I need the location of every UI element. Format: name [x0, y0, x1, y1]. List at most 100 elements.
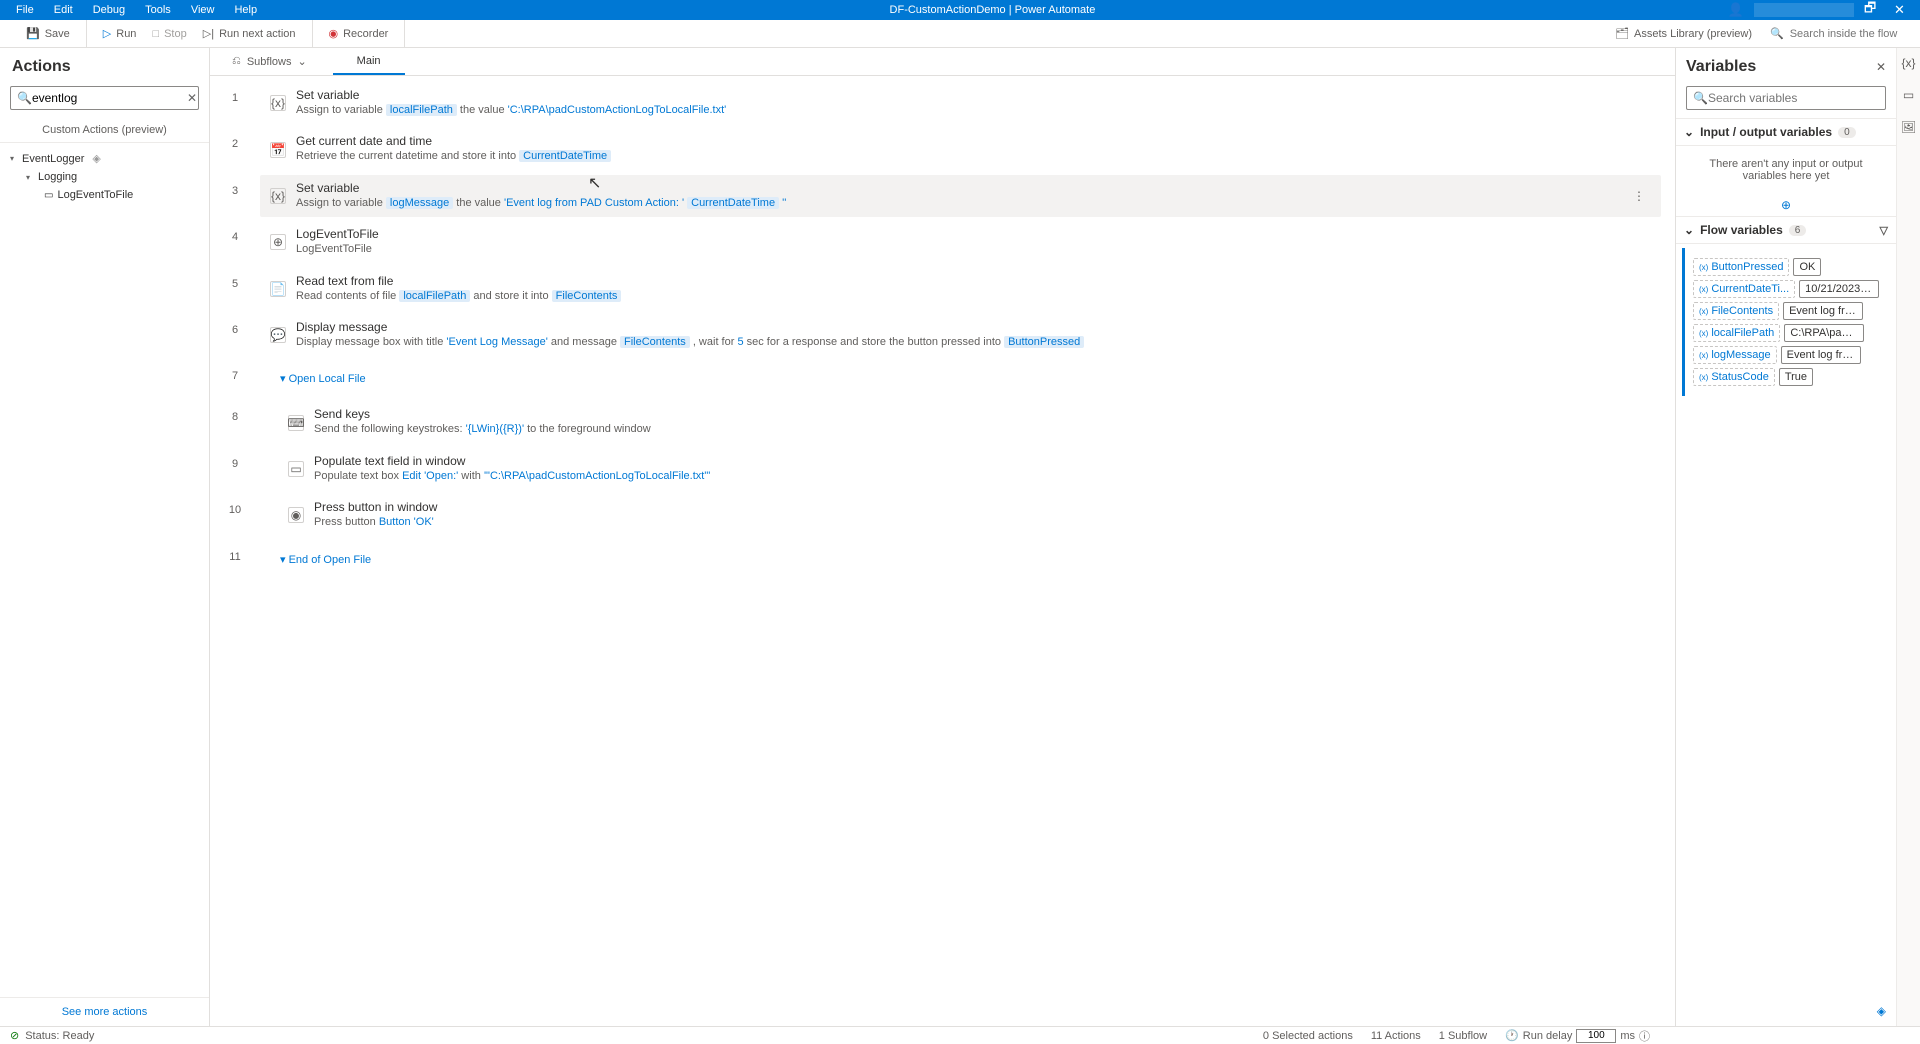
tree-logeventtofile[interactable]: ▭ LogEventToFile: [4, 186, 205, 204]
collapse-link[interactable]: ▾ Open Local File: [270, 366, 376, 391]
variable-icon: (x): [1699, 263, 1708, 272]
collapse-row[interactable]: ▾ Open Local File: [260, 360, 1661, 397]
variable-name[interactable]: (x)FileContents: [1693, 302, 1779, 320]
play-icon: ▷: [103, 27, 111, 40]
step-body: Get current date and timeRetrieve the cu…: [296, 134, 1651, 164]
menu-tools[interactable]: Tools: [135, 4, 181, 16]
flow-canvas[interactable]: 1{x}Set variableAssign to variable local…: [210, 76, 1675, 1026]
variable-token[interactable]: CurrentDateTime: [519, 150, 611, 162]
variable-icon: (x): [1699, 307, 1708, 316]
more-icon[interactable]: ⋮: [1627, 189, 1651, 203]
variable-name[interactable]: (x)localFilePath: [1693, 324, 1780, 342]
actions-search[interactable]: 🔍 ✕: [10, 86, 199, 110]
flow-vars-header[interactable]: ⌄ Flow variables 6 ▽: [1676, 216, 1896, 244]
stop-button[interactable]: □ Stop: [146, 26, 192, 42]
variable-token[interactable]: ButtonPressed: [1004, 336, 1084, 348]
variable-token[interactable]: FileContents: [552, 290, 622, 302]
filter-icon[interactable]: ▽: [1880, 224, 1888, 237]
tree-eventlogger[interactable]: ▾ EventLogger ◈: [4, 149, 205, 168]
info-icon[interactable]: ⓘ: [1639, 1028, 1650, 1044]
variable-name[interactable]: (x)ButtonPressed: [1693, 258, 1789, 276]
user-icon[interactable]: 👤: [1718, 2, 1754, 18]
collapse-row[interactable]: ▾ End of Open File: [260, 541, 1661, 578]
actions-search-input[interactable]: [32, 91, 187, 105]
variable-row[interactable]: (x)ButtonPressedOK: [1693, 258, 1884, 276]
variable-token[interactable]: FileContents: [620, 336, 690, 348]
step-card[interactable]: {x}Set variableAssign to variable localF…: [260, 82, 1661, 124]
variables-search[interactable]: 🔍: [1686, 86, 1886, 110]
step-row[interactable]: 10◉Press button in windowPress button Bu…: [210, 492, 1675, 538]
menu-file[interactable]: File: [6, 4, 44, 16]
variable-name[interactable]: (x)CurrentDateTi...: [1693, 280, 1795, 298]
variable-value: Event log from PAD...: [1781, 346, 1861, 364]
step-row[interactable]: 6💬Display messageDisplay message box wit…: [210, 312, 1675, 358]
step-title: LogEventToFile: [296, 227, 1651, 241]
run-button[interactable]: ▷ Run: [97, 25, 143, 42]
io-vars-header[interactable]: ⌄ Input / output variables 0: [1676, 118, 1896, 146]
variable-row[interactable]: (x)localFilePathC:\RPA\padCusto...: [1693, 324, 1884, 342]
step-row[interactable]: 2📅Get current date and timeRetrieve the …: [210, 126, 1675, 172]
add-variable-button[interactable]: ⊕: [1676, 194, 1896, 216]
assets-label: Assets Library (preview): [1634, 28, 1752, 40]
see-more-link[interactable]: See more actions: [0, 997, 209, 1026]
step-row[interactable]: 3{x}Set variableAssign to variable logMe…: [210, 173, 1675, 219]
step-card[interactable]: ⊕LogEventToFileLogEventToFile: [260, 221, 1661, 263]
variable-token[interactable]: CurrentDateTime: [687, 197, 779, 209]
step-card[interactable]: 📄Read text from fileRead contents of fil…: [260, 268, 1661, 310]
variable-token[interactable]: localFilePath: [386, 104, 457, 116]
step-card[interactable]: 💬Display messageDisplay message box with…: [260, 314, 1661, 356]
tab-main[interactable]: Main: [333, 48, 405, 75]
search-flow[interactable]: 🔍: [1770, 27, 1910, 40]
chevron-down-icon: ⌄: [1684, 125, 1694, 139]
menu-edit[interactable]: Edit: [44, 4, 83, 16]
search-flow-input[interactable]: [1790, 28, 1900, 40]
menu-view[interactable]: View: [181, 4, 225, 16]
step-row[interactable]: 8⌨Send keysSend the following keystrokes…: [210, 399, 1675, 445]
assets-library-button[interactable]: 🗂 Assets Library (preview): [1609, 25, 1758, 42]
step-card[interactable]: 📅Get current date and timeRetrieve the c…: [260, 128, 1661, 170]
tree-logging[interactable]: ▾ Logging: [4, 168, 205, 186]
save-button[interactable]: 💾 Save: [20, 25, 76, 42]
close-icon[interactable]: ✕: [1876, 60, 1886, 74]
run-next-button[interactable]: ▷| Run next action: [197, 25, 302, 42]
variable-row[interactable]: (x)FileContentsEvent log from PAD...: [1693, 302, 1884, 320]
collapse-link[interactable]: ▾ End of Open File: [270, 547, 381, 572]
variable-token[interactable]: localFilePath: [399, 290, 470, 302]
step-card[interactable]: {x}Set variableAssign to variable logMes…: [260, 175, 1661, 217]
variables-toggle-icon[interactable]: {x}: [1901, 56, 1915, 70]
step-row[interactable]: 1{x}Set variableAssign to variable local…: [210, 80, 1675, 126]
variable-row[interactable]: (x)StatusCodeTrue: [1693, 368, 1884, 386]
step-row[interactable]: 9▭Populate text field in windowPopulate …: [210, 446, 1675, 492]
variable-name[interactable]: (x)StatusCode: [1693, 368, 1775, 386]
clear-icon[interactable]: ✕: [187, 91, 197, 105]
step-description: Send the following keystrokes: '{LWin}({…: [314, 422, 1651, 437]
variable-row[interactable]: (x)CurrentDateTi...10/21/2023 4:58:53...: [1693, 280, 1884, 298]
variables-search-input[interactable]: [1708, 91, 1879, 105]
step-row[interactable]: 7▾ Open Local File: [210, 358, 1675, 399]
restore-button[interactable]: 🗗: [1854, 0, 1884, 21]
images-icon[interactable]: 🖼: [1901, 120, 1916, 134]
subflows-dropdown[interactable]: ⎌ Subflows ⌄: [220, 55, 319, 68]
variable-token[interactable]: logMessage: [386, 197, 453, 209]
step-row[interactable]: 4⊕LogEventToFileLogEventToFile: [210, 219, 1675, 265]
close-button[interactable]: ✕: [1884, 2, 1914, 18]
step-icon: ⌨: [288, 415, 304, 431]
vars-footer-icon[interactable]: ◈: [1676, 996, 1896, 1026]
title-bar: FileEditDebugToolsViewHelp DF-CustomActi…: [0, 0, 1920, 20]
subflows-label: Subflows: [247, 56, 292, 68]
menu-help[interactable]: Help: [224, 4, 267, 16]
step-row[interactable]: 5📄Read text from fileRead contents of fi…: [210, 266, 1675, 312]
run-delay-input[interactable]: [1576, 1029, 1616, 1043]
literal-value: '"C:\RPA\padCustomActionLogToLocalFile.t…: [484, 470, 710, 482]
step-card[interactable]: ▭Populate text field in windowPopulate t…: [278, 448, 1661, 490]
recorder-button[interactable]: ◉ Recorder: [323, 25, 395, 42]
step-card[interactable]: ◉Press button in windowPress button Butt…: [278, 494, 1661, 536]
variable-row[interactable]: (x)logMessageEvent log from PAD...: [1693, 346, 1884, 364]
menu-debug[interactable]: Debug: [83, 4, 135, 16]
step-card[interactable]: ⌨Send keysSend the following keystrokes:…: [278, 401, 1661, 443]
uielements-icon[interactable]: ▭: [1903, 88, 1914, 102]
variable-name[interactable]: (x)logMessage: [1693, 346, 1777, 364]
run-label: Run: [116, 28, 136, 40]
step-row[interactable]: 11▾ End of Open File: [210, 539, 1675, 580]
run-delay-label: Run delay: [1523, 1030, 1573, 1042]
